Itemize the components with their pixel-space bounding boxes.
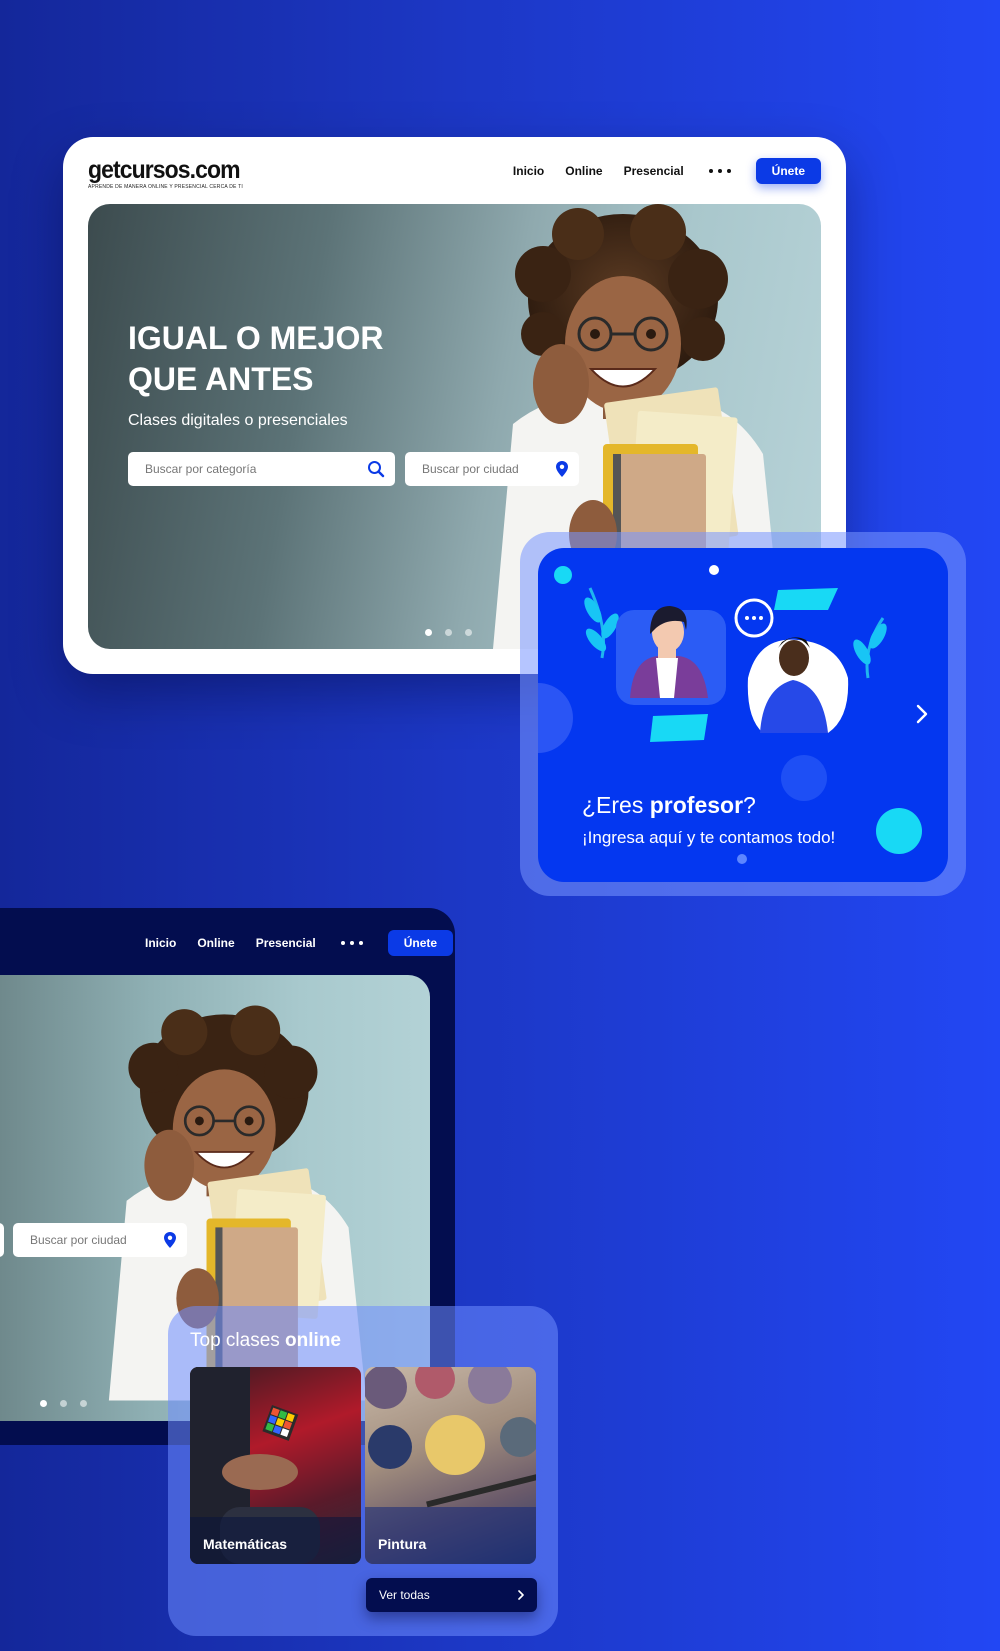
nav-item-presencial[interactable]: Presencial [624, 164, 684, 178]
top-classes-title: Top clases online [190, 1330, 341, 1352]
class-tile-matematicas[interactable]: Matemáticas [190, 1367, 361, 1564]
hero-title-line1: IGUAL O MEJOR [128, 320, 384, 356]
category-search-input[interactable]: Buscar por categoría [128, 452, 395, 486]
location-pin-icon[interactable] [555, 460, 569, 478]
more-menu-icon[interactable] [337, 941, 367, 945]
more-menu-icon[interactable] [705, 169, 735, 173]
hero-title: IGUAL O MEJOR QUE ANTES [128, 318, 383, 400]
carousel-dot[interactable] [80, 1400, 87, 1407]
search-icon[interactable] [367, 460, 385, 478]
location-pin-icon[interactable] [163, 1231, 177, 1249]
see-all-label: Ver todas [379, 1588, 430, 1602]
teacher-subtitle: ¡Ingresa aquí y te contamos todo! [582, 828, 836, 847]
nav-item-inicio[interactable]: Inicio [145, 936, 176, 950]
carousel-dot-active[interactable] [737, 854, 747, 864]
join-button[interactable]: Únete [387, 930, 454, 956]
class-tile-label: Pintura [378, 1536, 427, 1552]
teacher-question-prefix: ¿Eres [582, 792, 650, 818]
site-logo[interactable]: getcursos.com APRENDE DE MANERA ONLINE Y… [88, 157, 253, 190]
category-placeholder: Buscar por categoría [145, 462, 257, 476]
teacher-question-bold: profesor [649, 792, 744, 818]
nav-item-online[interactable]: Online [565, 164, 602, 178]
class-tile-pintura[interactable]: Pintura [365, 1367, 536, 1564]
city-placeholder: Buscar por ciudad [422, 462, 519, 476]
nav-item-inicio[interactable]: Inicio [513, 164, 544, 178]
carousel-dot-active[interactable] [40, 1400, 47, 1407]
logo-tagline: APRENDE DE MANERA ONLINE Y PRESENCIAL CE… [88, 184, 243, 190]
carousel-dots [425, 629, 472, 636]
carousel-dot-active[interactable] [425, 629, 432, 636]
paint-palette-photo [365, 1367, 536, 1564]
top-classes-title-bold: online [285, 1330, 341, 1351]
nav-item-presencial[interactable]: Presencial [256, 936, 316, 950]
hero-title-line2: QUE ANTES [128, 361, 314, 397]
teacher-question-suffix: ? [743, 792, 756, 818]
carousel-dots [40, 1400, 87, 1407]
city-search-input[interactable]: Buscar por ciudad [405, 452, 579, 486]
see-all-button[interactable]: Ver todas [366, 1578, 537, 1612]
chevron-right-icon [518, 1590, 524, 1600]
join-button[interactable]: Únete [755, 158, 821, 184]
main-nav-dark: Inicio Online Presencial Únete [145, 930, 454, 956]
logo-text: getcursos.com [88, 156, 241, 184]
rubiks-cube-photo [190, 1367, 361, 1564]
carousel-dot[interactable] [445, 629, 452, 636]
carousel-dot[interactable] [60, 1400, 67, 1407]
category-search-input[interactable] [0, 1223, 4, 1257]
nav-item-online[interactable]: Online [197, 936, 234, 950]
top-classes-title-prefix: Top clases [190, 1330, 286, 1351]
carousel-dot[interactable] [465, 629, 472, 636]
main-nav: Inicio Online Presencial Únete [513, 158, 821, 184]
city-search-input[interactable]: Buscar por ciudad [13, 1223, 187, 1257]
chevron-right-icon [916, 704, 928, 724]
city-placeholder: Buscar por ciudad [30, 1233, 127, 1247]
hero-subtitle: Clases digitales o presenciales [128, 412, 348, 429]
teacher-question: ¿Eres profesor? [582, 792, 756, 819]
teacher-promo-card[interactable]: ¿Eres profesor? ¡Ingresa aquí y te conta… [538, 548, 948, 882]
class-tile-label: Matemáticas [203, 1536, 288, 1552]
